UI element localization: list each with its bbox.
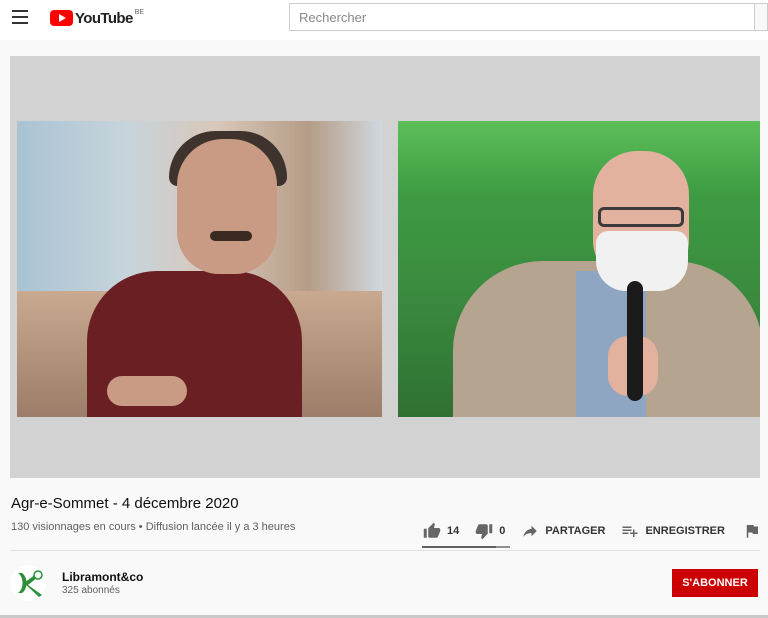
search-input[interactable] — [289, 3, 755, 31]
like-ratio-bar — [422, 546, 510, 548]
play-logo-icon — [50, 10, 73, 26]
region-code: BE — [134, 8, 145, 16]
dislike-count: 0 — [499, 525, 506, 537]
logo-text: YouTube — [75, 9, 133, 27]
share-label: PARTAGER — [545, 525, 606, 537]
action-bar: 14 0 PARTAGER ENREGISTRER — [423, 520, 761, 542]
thumbs-up-icon — [423, 522, 441, 538]
like-count: 14 — [447, 525, 460, 537]
save-label: ENREGISTRER — [645, 525, 725, 537]
menu-icon[interactable] — [12, 10, 28, 24]
report-button[interactable] — [743, 522, 761, 540]
youtube-logo[interactable]: YouTube BE — [50, 9, 144, 27]
dislike-button[interactable]: 0 — [475, 522, 505, 540]
search-button[interactable] — [755, 3, 768, 31]
playlist-add-icon — [622, 526, 638, 537]
share-icon — [523, 525, 538, 537]
channel-name[interactable]: Libramont&co — [62, 570, 143, 584]
subscriber-count: 325 abonnés — [62, 585, 120, 596]
video-title: Agr-e-Sommet - 4 décembre 2020 — [11, 495, 239, 512]
like-button[interactable]: 14 — [423, 522, 459, 540]
share-button[interactable]: PARTAGER — [521, 522, 605, 540]
thumbs-down-icon — [476, 524, 493, 540]
flag-icon — [746, 525, 758, 538]
save-button[interactable]: ENREGISTRER — [621, 522, 725, 540]
video-feed-left — [17, 121, 382, 417]
video-player[interactable] — [10, 56, 760, 478]
masthead: YouTube BE — [0, 0, 768, 40]
divider — [10, 550, 760, 551]
view-info: 130 visionnages en cours • Diffusion lan… — [11, 521, 296, 533]
subscribe-button[interactable]: S'ABONNER — [672, 569, 758, 597]
video-feed-right — [398, 121, 760, 417]
channel-avatar[interactable] — [10, 565, 46, 601]
